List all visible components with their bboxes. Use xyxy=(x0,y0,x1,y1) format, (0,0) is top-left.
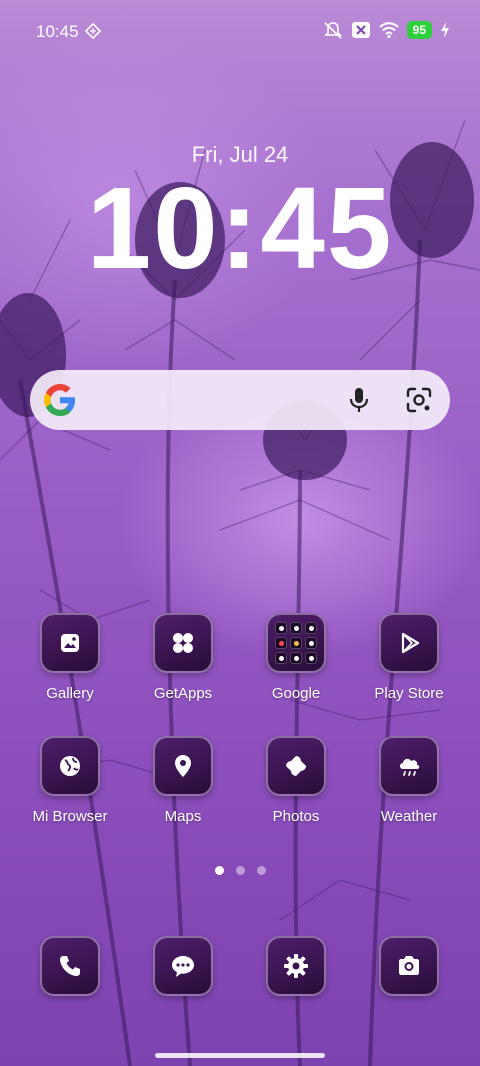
app-label: Gallery xyxy=(46,685,94,702)
dock-phone[interactable] xyxy=(15,936,125,996)
app-label: Mi Browser xyxy=(32,808,108,825)
dock-messages[interactable] xyxy=(128,936,238,996)
dock-settings[interactable] xyxy=(241,936,351,996)
home-gesture-bar[interactable] xyxy=(155,1053,325,1058)
mic-icon[interactable] xyxy=(344,385,374,415)
folder-app-calendar-icon xyxy=(290,622,302,634)
page-dot-1[interactable] xyxy=(214,866,224,875)
notifications-muted-icon xyxy=(323,22,342,39)
page-dot-3[interactable] xyxy=(256,866,266,875)
app-google-folder[interactable]: Google xyxy=(241,613,351,702)
sync-diamond-icon xyxy=(84,22,102,40)
google-folder-icon xyxy=(266,613,326,673)
app-label: Maps xyxy=(164,808,202,825)
app-label: Photos xyxy=(272,808,320,825)
folder-app-ytmusic-icon xyxy=(290,652,302,664)
status-time: 10:45 xyxy=(36,22,79,41)
phone-icon xyxy=(40,936,100,996)
browser-globe-icon xyxy=(40,736,100,796)
google-logo xyxy=(44,384,75,416)
page-indicator[interactable] xyxy=(0,866,480,875)
weather-cloud-icon xyxy=(379,736,439,796)
app-label: GetApps xyxy=(153,685,213,702)
app-maps[interactable]: Maps xyxy=(128,736,238,825)
app-weather[interactable]: Weather xyxy=(354,736,464,825)
status-bar: 10:45 95 xyxy=(0,0,480,62)
folder-app-gmail-icon xyxy=(290,637,302,649)
app-getapps[interactable]: GetApps xyxy=(128,613,238,702)
settings-gear-icon xyxy=(266,936,326,996)
play-store-icon xyxy=(379,613,439,673)
folder-app-drive-icon xyxy=(305,622,317,634)
wifi-icon xyxy=(378,22,399,39)
app-gallery[interactable]: Gallery xyxy=(15,613,125,702)
charging-icon xyxy=(441,22,449,38)
page-dot-2[interactable] xyxy=(235,866,245,875)
folder-app-youtube-icon xyxy=(275,637,287,649)
app-mi-browser[interactable]: Mi Browser xyxy=(15,736,125,825)
camera-icon xyxy=(379,936,439,996)
x-app-icon xyxy=(351,22,370,38)
gallery-icon xyxy=(40,613,100,673)
app-label: Google xyxy=(271,685,321,702)
folder-app-chrome-icon xyxy=(305,637,317,649)
maps-pin-icon xyxy=(153,736,213,796)
battery-icon: 95 xyxy=(406,21,432,39)
dock-camera[interactable] xyxy=(354,936,464,996)
app-play-store[interactable]: Play Store xyxy=(354,613,464,702)
messages-icon xyxy=(153,936,213,996)
photos-pinwheel-icon xyxy=(266,736,326,796)
folder-app-photos-icon xyxy=(305,652,317,664)
folder-app-meet-icon xyxy=(275,652,287,664)
app-label: Weather xyxy=(380,808,438,825)
app-label: Play Store xyxy=(374,685,444,702)
getapps-icon xyxy=(153,613,213,673)
app-photos[interactable]: Photos xyxy=(241,736,351,825)
folder-app-google-icon xyxy=(275,622,287,634)
clock-widget[interactable]: 10:45 xyxy=(0,168,480,288)
google-search-bar[interactable] xyxy=(30,370,450,430)
google-lens-icon[interactable] xyxy=(404,385,434,415)
